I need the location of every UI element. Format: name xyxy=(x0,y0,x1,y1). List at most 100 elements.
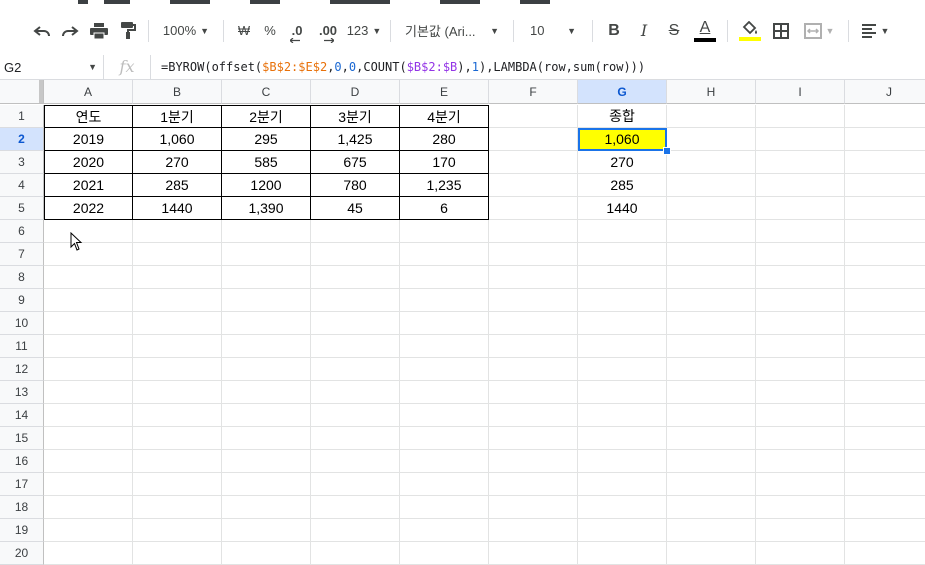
cell-i13[interactable] xyxy=(756,381,845,404)
cell-g13[interactable] xyxy=(578,381,667,404)
cell-i1[interactable] xyxy=(756,105,845,128)
table-header-cell[interactable]: 2분기 xyxy=(222,105,311,128)
cell-a7[interactable] xyxy=(44,243,133,266)
cell-a12[interactable] xyxy=(44,358,133,381)
row-header-10[interactable]: 10 xyxy=(0,312,44,335)
cell-d18[interactable] xyxy=(311,496,400,519)
cell-g9[interactable] xyxy=(578,289,667,312)
row-header-20[interactable]: 20 xyxy=(0,542,44,565)
cell-f6[interactable] xyxy=(489,220,578,243)
print-icon[interactable] xyxy=(84,16,114,46)
cell-b12[interactable] xyxy=(133,358,222,381)
row-header-18[interactable]: 18 xyxy=(0,496,44,519)
row-header-2[interactable]: 2 xyxy=(0,128,44,151)
cell-j12[interactable] xyxy=(845,358,925,381)
italic-button[interactable]: I xyxy=(629,16,659,46)
cell-h16[interactable] xyxy=(667,450,756,473)
table-data-cell[interactable]: 295 xyxy=(222,128,311,151)
row-header-5[interactable]: 5 xyxy=(0,197,44,220)
cell-j15[interactable] xyxy=(845,427,925,450)
table-data-cell[interactable]: 2019 xyxy=(44,128,133,151)
name-box[interactable]: G2 ▼ xyxy=(0,55,104,79)
cell-b7[interactable] xyxy=(133,243,222,266)
cell-i16[interactable] xyxy=(756,450,845,473)
table-header-cell[interactable]: 3분기 xyxy=(311,105,400,128)
cell-a13[interactable] xyxy=(44,381,133,404)
table-data-cell[interactable]: 285 xyxy=(133,174,222,197)
table-header-cell[interactable]: 1분기 xyxy=(133,105,222,128)
cell-i19[interactable] xyxy=(756,519,845,542)
borders-icon[interactable] xyxy=(766,16,796,46)
cell-a15[interactable] xyxy=(44,427,133,450)
cell-b14[interactable] xyxy=(133,404,222,427)
cell-b10[interactable] xyxy=(133,312,222,335)
cell-f12[interactable] xyxy=(489,358,578,381)
column-header-c[interactable]: C xyxy=(222,80,311,104)
cell-b13[interactable] xyxy=(133,381,222,404)
cell-b20[interactable] xyxy=(133,542,222,565)
zoom-select[interactable]: 100% ▼ xyxy=(155,16,217,46)
cell-c10[interactable] xyxy=(222,312,311,335)
cell-j7[interactable] xyxy=(845,243,925,266)
cell-g12[interactable] xyxy=(578,358,667,381)
cell-d6[interactable] xyxy=(311,220,400,243)
cell-j10[interactable] xyxy=(845,312,925,335)
cell-a6[interactable] xyxy=(44,220,133,243)
cell-i10[interactable] xyxy=(756,312,845,335)
summary-value-cell[interactable]: 270 xyxy=(578,151,667,174)
cell-d17[interactable] xyxy=(311,473,400,496)
cell-i3[interactable] xyxy=(756,151,845,174)
table-data-cell[interactable]: 1,390 xyxy=(222,197,311,220)
cell-b9[interactable] xyxy=(133,289,222,312)
cell-g6[interactable] xyxy=(578,220,667,243)
column-header-j[interactable]: J xyxy=(845,80,925,104)
cell-e16[interactable] xyxy=(400,450,489,473)
cell-j14[interactable] xyxy=(845,404,925,427)
cell-h9[interactable] xyxy=(667,289,756,312)
table-header-cell[interactable]: 연도 xyxy=(44,105,133,128)
cell-b19[interactable] xyxy=(133,519,222,542)
table-data-cell[interactable]: 1,235 xyxy=(400,174,489,197)
cell-d14[interactable] xyxy=(311,404,400,427)
cell-c9[interactable] xyxy=(222,289,311,312)
cell-d8[interactable] xyxy=(311,266,400,289)
cell-e20[interactable] xyxy=(400,542,489,565)
row-header-7[interactable]: 7 xyxy=(0,243,44,266)
cell-d9[interactable] xyxy=(311,289,400,312)
cell-d11[interactable] xyxy=(311,335,400,358)
table-data-cell[interactable]: 585 xyxy=(222,151,311,174)
cell-j2[interactable] xyxy=(845,128,925,151)
cell-j5[interactable] xyxy=(845,197,925,220)
row-header-1[interactable]: 1 xyxy=(0,105,44,128)
cell-c20[interactable] xyxy=(222,542,311,565)
cell-f7[interactable] xyxy=(489,243,578,266)
cell-e15[interactable] xyxy=(400,427,489,450)
table-data-cell[interactable]: 2021 xyxy=(44,174,133,197)
row-header-17[interactable]: 17 xyxy=(0,473,44,496)
summary-value-cell[interactable]: 1,060 xyxy=(578,128,667,151)
cell-j8[interactable] xyxy=(845,266,925,289)
cell-g10[interactable] xyxy=(578,312,667,335)
cell-g7[interactable] xyxy=(578,243,667,266)
cell-f20[interactable] xyxy=(489,542,578,565)
cell-i12[interactable] xyxy=(756,358,845,381)
cell-h19[interactable] xyxy=(667,519,756,542)
cell-g16[interactable] xyxy=(578,450,667,473)
text-color-button[interactable]: A xyxy=(689,16,721,46)
cell-b8[interactable] xyxy=(133,266,222,289)
cell-f5[interactable] xyxy=(489,197,578,220)
table-data-cell[interactable]: 2020 xyxy=(44,151,133,174)
row-header-12[interactable]: 12 xyxy=(0,358,44,381)
cell-e13[interactable] xyxy=(400,381,489,404)
cell-f16[interactable] xyxy=(489,450,578,473)
cell-c13[interactable] xyxy=(222,381,311,404)
row-header-3[interactable]: 3 xyxy=(0,151,44,174)
cell-h3[interactable] xyxy=(667,151,756,174)
table-data-cell[interactable]: 1,060 xyxy=(133,128,222,151)
cell-c19[interactable] xyxy=(222,519,311,542)
cell-f13[interactable] xyxy=(489,381,578,404)
cell-i7[interactable] xyxy=(756,243,845,266)
row-header-16[interactable]: 16 xyxy=(0,450,44,473)
cell-h18[interactable] xyxy=(667,496,756,519)
cell-e9[interactable] xyxy=(400,289,489,312)
